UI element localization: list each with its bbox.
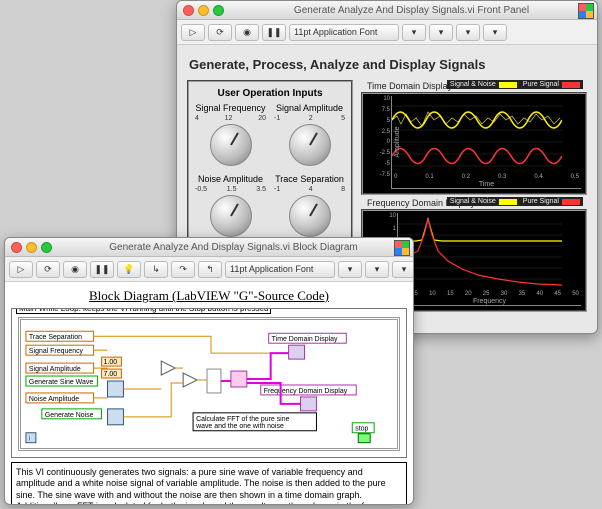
reorder-button[interactable]: ▾ [392, 261, 414, 278]
run-continuous-button[interactable]: ⟳ [36, 261, 60, 278]
time-domain-plot: Time Domain Display Signal & Noise Pure … [361, 92, 587, 195]
run-button[interactable]: ▷ [181, 24, 205, 41]
run-button[interactable]: ▷ [9, 261, 33, 278]
block-diagram-canvas[interactable]: Main While Loop: keeps the VI running un… [11, 308, 407, 458]
svg-text:Generate Sine Wave: Generate Sine Wave [29, 379, 93, 386]
align-button[interactable]: ▾ [338, 261, 362, 278]
minimize-icon[interactable] [26, 242, 37, 253]
abort-button[interactable]: ◉ [63, 261, 87, 278]
block-diagram-toolbar: ▷ ⟳ ◉ ❚❚ 💡 ↳ ↷ ↰ 11pt Application Font ▾… [5, 257, 413, 282]
wiring-canvas: Trace Separation Signal Frequency Signal… [12, 309, 406, 457]
signal-frequency-knob[interactable] [210, 124, 252, 166]
while-loop-label: Main While Loop: keeps the VI running un… [16, 308, 271, 314]
vi-icon[interactable] [394, 240, 410, 256]
block-diagram-heading: Block Diagram (LabVIEW "G"-Source Code) [11, 288, 407, 304]
freq-plot-canvas [398, 213, 562, 291]
minimize-icon[interactable] [198, 5, 209, 16]
svg-text:Signal Amplitude: Signal Amplitude [29, 366, 81, 373]
svg-text:stop: stop [355, 426, 368, 433]
time-plot-canvas [392, 96, 562, 174]
knob-label: Noise Amplitude [195, 174, 266, 184]
svg-text:wave and the one with noise: wave and the one with noise [195, 423, 284, 430]
knob-label: Signal Amplitude [274, 103, 345, 113]
align-button[interactable]: ▾ [402, 24, 426, 41]
run-continuous-button[interactable]: ⟳ [208, 24, 232, 41]
pause-button[interactable]: ❚❚ [90, 261, 114, 278]
font-selector[interactable]: 11pt Application Font [225, 261, 335, 278]
trace-separation-knob[interactable] [289, 195, 331, 237]
close-icon[interactable] [11, 242, 22, 253]
plot-legend: Signal & Noise Pure Signal [447, 80, 583, 89]
svg-text:Generate Noise: Generate Noise [45, 412, 94, 419]
svg-text:Frequency Domain Display: Frequency Domain Display [264, 388, 348, 395]
window-title: Generate Analyze And Display Signals.vi … [232, 5, 591, 16]
svg-text:Time Domain Display: Time Domain Display [272, 336, 338, 343]
noise-amplitude-knob[interactable] [210, 195, 252, 237]
knob-label: Signal Frequency [195, 103, 266, 113]
vi-description: This VI continuously generates two signa… [11, 462, 407, 505]
step-over-button[interactable]: ↷ [171, 261, 195, 278]
svg-text:Calculate FFT of the pure sine: Calculate FFT of the pure sine [196, 416, 290, 423]
plot-title: Time Domain Display [367, 81, 452, 91]
distribute-button[interactable]: ▾ [365, 261, 389, 278]
plot-legend: Signal & Noise Pure Signal [447, 197, 583, 206]
distribute-button[interactable]: ▾ [429, 24, 453, 41]
zoom-icon[interactable] [213, 5, 224, 16]
front-panel-titlebar[interactable]: Generate Analyze And Display Signals.vi … [177, 1, 597, 20]
font-selector[interactable]: 11pt Application Font [289, 24, 399, 41]
front-panel-toolbar: ▷ ⟳ ◉ ❚❚ 11pt Application Font ▾ ▾ ▾ ▾ [177, 20, 597, 45]
zoom-icon[interactable] [41, 242, 52, 253]
pause-button[interactable]: ❚❚ [262, 24, 286, 41]
window-title: Generate Analyze And Display Signals.vi … [60, 242, 407, 253]
vi-icon[interactable] [578, 3, 594, 19]
node-label: Trace Separation [29, 334, 82, 341]
user-inputs-title: User Operation Inputs [195, 88, 345, 99]
svg-text:7.00: 7.00 [104, 371, 118, 378]
resize-button[interactable]: ▾ [456, 24, 480, 41]
page-title: Generate, Process, Analyze and Display S… [189, 57, 587, 72]
svg-text:Signal Frequency: Signal Frequency [29, 348, 84, 355]
block-diagram-titlebar[interactable]: Generate Analyze And Display Signals.vi … [5, 238, 413, 257]
knob-label: Trace Separation [274, 174, 345, 184]
svg-text:Noise Amplitude: Noise Amplitude [29, 396, 79, 403]
svg-text:1.00: 1.00 [104, 359, 118, 366]
step-into-button[interactable]: ↳ [144, 261, 168, 278]
block-diagram-window: Generate Analyze And Display Signals.vi … [4, 237, 414, 505]
close-icon[interactable] [183, 5, 194, 16]
step-out-button[interactable]: ↰ [198, 261, 222, 278]
highlight-button[interactable]: 💡 [117, 261, 141, 278]
signal-amplitude-knob[interactable] [289, 124, 331, 166]
reorder-button[interactable]: ▾ [483, 24, 507, 41]
abort-button[interactable]: ◉ [235, 24, 259, 41]
